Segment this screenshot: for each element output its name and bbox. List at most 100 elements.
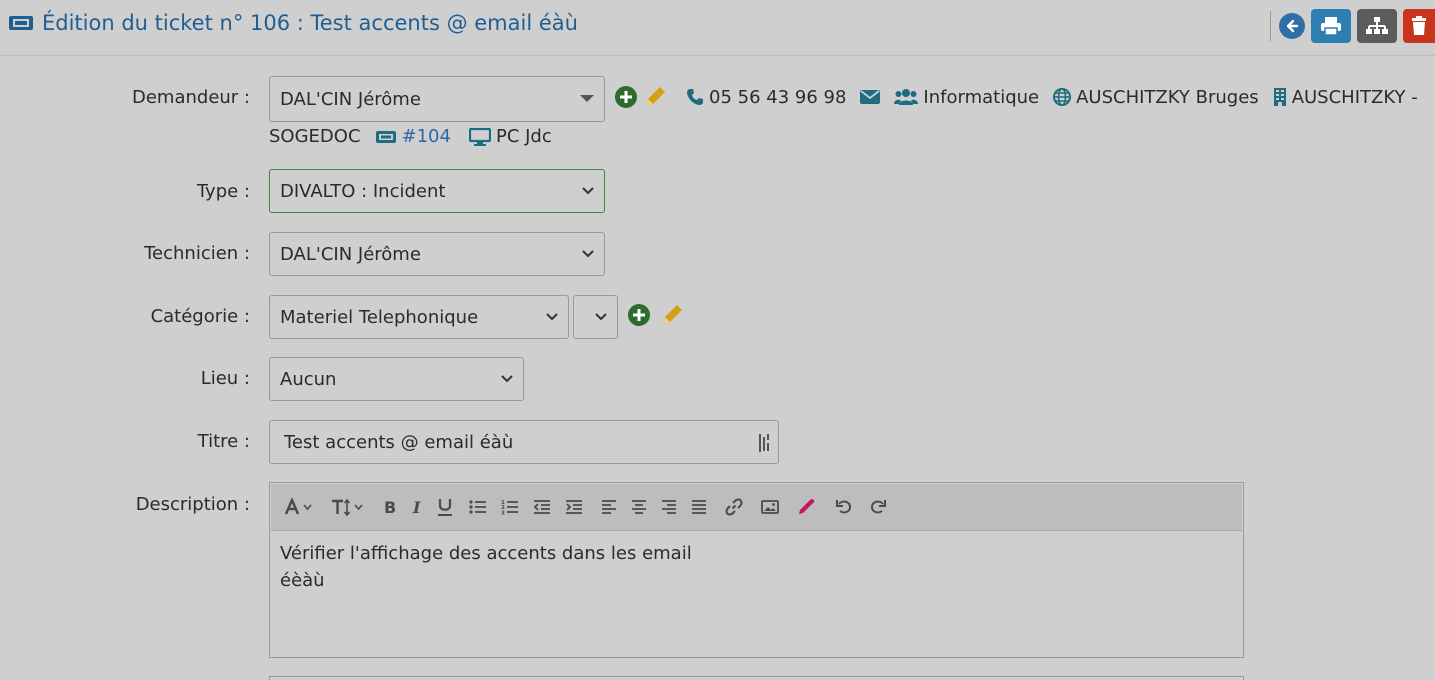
title-wrap: Édition du ticket n° 106 : Test accents … <box>8 11 578 35</box>
align-right-icon <box>662 500 676 514</box>
chevron-down-icon <box>582 250 594 258</box>
categorie-value: Materiel Telephonique <box>280 306 479 328</box>
underline-button[interactable] <box>437 495 453 519</box>
list-ul-icon <box>469 500 486 514</box>
group-text: Informatique <box>923 86 1040 108</box>
undo-icon <box>836 500 852 514</box>
pencil-icon[interactable] <box>659 302 685 328</box>
redo-button[interactable] <box>869 495 887 519</box>
computer-icon <box>468 127 491 146</box>
chevron-down-icon <box>595 313 607 321</box>
print-icon <box>1321 17 1341 36</box>
image-button[interactable] <box>761 495 779 519</box>
demandeur-group: Informatique <box>894 87 1039 108</box>
titre-value: Test accents @ email éàù <box>284 431 514 453</box>
underline-icon <box>438 499 452 516</box>
technicien-label: Technicien : <box>144 243 250 264</box>
delete-button[interactable] <box>1403 9 1435 43</box>
description-label: Description : <box>135 494 250 515</box>
svg-text:B: B <box>384 498 396 516</box>
text-height-button[interactable] <box>331 495 365 519</box>
plus-circle-icon[interactable] <box>614 85 638 109</box>
header-toolbar <box>1270 8 1435 44</box>
phone-text: 05 56 43 96 98 <box>709 86 847 108</box>
pencil-icon[interactable] <box>642 84 668 110</box>
align-center-button[interactable] <box>631 495 647 519</box>
demandeur-value: DAL'CIN Jérôme <box>280 88 421 110</box>
image-icon <box>761 500 779 514</box>
description-line: Vérifier l'affichage des accents dans le… <box>280 543 692 564</box>
align-left-button[interactable] <box>601 495 617 519</box>
technicien-value: DAL'CIN Jérôme <box>280 243 421 265</box>
numbered-list-button[interactable]: 1 2 3 <box>501 495 519 519</box>
align-justify-button[interactable] <box>691 495 707 519</box>
bold-icon: B <box>384 498 396 516</box>
subcategory-select[interactable] <box>573 295 618 339</box>
align-right-button[interactable] <box>661 495 677 519</box>
lieu-label: Lieu : <box>200 368 250 389</box>
demandeur-info-line2: SOGEDOC #104 PC Jdc <box>269 126 552 147</box>
font-button[interactable] <box>285 495 315 519</box>
demandeur-phone: 05 56 43 96 98 <box>686 87 846 108</box>
undo-button[interactable] <box>835 495 853 519</box>
back-button[interactable] <box>1279 13 1305 39</box>
demandeur-company: AUSCHITZKY - <box>1273 87 1418 108</box>
titre-input[interactable]: Test accents @ email éàù <box>269 420 779 464</box>
italic-button[interactable]: I <box>411 495 423 519</box>
description-content[interactable]: Vérifier l'affichage des accents dans le… <box>270 532 1243 602</box>
italic-icon: I <box>412 498 421 516</box>
chevron-down-icon <box>582 187 594 195</box>
hierarchy-button[interactable] <box>1357 9 1397 43</box>
company-text-2: SOGEDOC <box>269 126 361 147</box>
ticket-icon <box>9 16 33 30</box>
redo-icon <box>870 500 886 514</box>
outdent-button[interactable] <box>533 495 551 519</box>
building-icon <box>1273 88 1286 106</box>
type-value: DIVALTO : Incident <box>280 180 446 202</box>
type-select[interactable]: DIVALTO : Incident <box>269 169 605 213</box>
back-icon <box>1286 19 1299 33</box>
color-button[interactable] <box>797 495 815 519</box>
align-center-icon <box>632 500 646 514</box>
align-justify-icon <box>692 500 706 514</box>
chevron-down-icon <box>546 313 558 321</box>
bold-button[interactable]: B <box>383 495 397 519</box>
editor-toolbar: B I 1 2 3 <box>271 484 1242 531</box>
plus-circle-icon[interactable] <box>627 303 651 327</box>
chevron-down-icon <box>580 95 594 102</box>
titre-label: Titre : <box>197 431 250 452</box>
outdent-icon <box>533 500 550 514</box>
bullet-list-button[interactable] <box>469 495 487 519</box>
demandeur-info: 05 56 43 96 98 Informatique AUSCHITZKY B… <box>614 84 1432 110</box>
company-text-1: AUSCHITZKY - <box>1291 86 1418 108</box>
page-header: Édition du ticket n° 106 : Test accents … <box>0 0 1435 56</box>
demandeur-site: AUSCHITZKY Bruges <box>1053 87 1259 108</box>
categorie-label: Catégorie : <box>150 306 250 327</box>
demandeur-select[interactable]: DAL'CIN Jérôme <box>269 76 605 122</box>
phone-icon <box>687 89 703 105</box>
toolbar-divider <box>1270 11 1271 41</box>
technicien-select[interactable]: DAL'CIN Jérôme <box>269 232 605 276</box>
description-line: éèàù <box>280 570 325 591</box>
chevron-down-icon <box>501 375 513 383</box>
link-button[interactable] <box>725 495 743 519</box>
lieu-select[interactable]: Aucun <box>269 357 524 401</box>
ticket-icon <box>375 130 396 143</box>
type-label: Type : <box>196 181 250 202</box>
demandeur-label: Demandeur : <box>131 87 250 108</box>
indent-button[interactable] <box>565 495 583 519</box>
svg-text:I: I <box>412 498 421 516</box>
print-button[interactable] <box>1311 9 1351 43</box>
users-icon <box>894 89 919 105</box>
demandeur-email[interactable] <box>860 89 881 105</box>
trash-icon <box>1412 16 1426 35</box>
categorie-select[interactable]: Materiel Telephonique <box>269 295 569 339</box>
align-left-icon <box>602 500 616 514</box>
link-icon <box>725 498 743 516</box>
globe-icon <box>1053 88 1072 106</box>
linked-ticket-link[interactable]: #104 <box>402 126 451 147</box>
eyedropper-icon <box>799 499 815 514</box>
page-title: Édition du ticket n° 106 : Test accents … <box>42 11 578 35</box>
indent-icon <box>566 500 582 514</box>
computer-text[interactable]: PC Jdc <box>496 126 552 147</box>
